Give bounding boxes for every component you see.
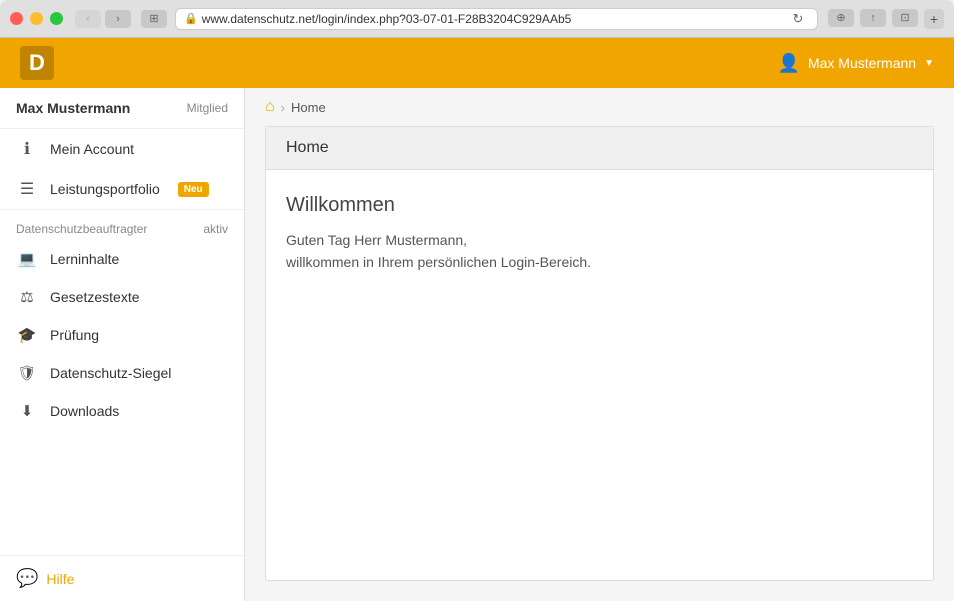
app-logo: D xyxy=(20,46,54,80)
user-caret-icon: ▼ xyxy=(924,58,934,69)
sidebar-item-mein-account[interactable]: ℹ Mein Account xyxy=(0,129,244,169)
extensions-button[interactable]: ⊕ xyxy=(828,9,854,27)
back-button[interactable]: ‹ xyxy=(75,10,101,28)
url-text: www.datenschutz.net/login/index.php?03-0… xyxy=(202,12,572,26)
forward-button[interactable]: › xyxy=(105,10,131,28)
new-badge: Neu xyxy=(178,182,209,197)
sidebar-section-header: Datenschutzbeauftragter aktiv xyxy=(0,209,244,240)
user-name: Max Mustermann xyxy=(808,55,916,71)
sidebar-item-downloads[interactable]: ⬇ Downloads xyxy=(0,392,244,430)
welcome-line2: willkommen in Ihrem persönlichen Login-B… xyxy=(286,254,591,270)
window-button[interactable]: ⊡ xyxy=(892,9,918,27)
list-icon: ☰ xyxy=(16,179,38,199)
minimize-button[interactable] xyxy=(30,12,43,25)
content-area: ⌂ › Home Home Willkommen Guten Tag Herr … xyxy=(245,88,954,601)
ssl-lock-icon: 🔒 xyxy=(184,12,198,25)
panel-body: Willkommen Guten Tag Herr Mustermann, wi… xyxy=(266,170,933,298)
sidebar-item-lerninhalte[interactable]: 💻 Lerninhalte xyxy=(0,240,244,278)
section-title: Datenschutzbeauftragter xyxy=(16,222,147,236)
window-chrome: ‹ › ⊞ 🔒 www.datenschutz.net/login/index.… xyxy=(0,0,954,38)
section-status: aktiv xyxy=(203,222,228,236)
breadcrumb-current: Home xyxy=(291,100,326,115)
tab-overview-button[interactable]: ⊞ xyxy=(141,10,167,28)
sidebar-label-datenschutz-siegel: Datenschutz-Siegel xyxy=(50,365,171,381)
sidebar-item-gesetzestexte[interactable]: ⚖ Gesetzestexte xyxy=(0,278,244,316)
help-icon: 💬 xyxy=(16,568,38,589)
user-menu[interactable]: 👤 Max Mustermann ▼ xyxy=(778,53,934,74)
address-bar[interactable]: 🔒 www.datenschutz.net/login/index.php?03… xyxy=(175,8,818,30)
sidebar-help-label: Hilfe xyxy=(46,571,74,587)
reload-button[interactable]: ↻ xyxy=(787,10,809,28)
sidebar-label-gesetzestexte: Gesetzestexte xyxy=(50,289,140,305)
sidebar-item-pruefung[interactable]: 🎓 Prüfung xyxy=(0,316,244,354)
sidebar-role: Mitglied xyxy=(187,101,228,115)
welcome-line1: Guten Tag Herr Mustermann, xyxy=(286,232,467,248)
nav-buttons: ‹ › xyxy=(75,10,131,28)
sidebar-bottom: 💬 Hilfe xyxy=(0,555,244,601)
panel-title: Home xyxy=(286,139,329,156)
home-icon[interactable]: ⌂ xyxy=(265,98,275,116)
sidebar-user-section: Max Mustermann Mitglied xyxy=(0,88,244,129)
breadcrumb: ⌂ › Home xyxy=(245,88,954,126)
shield-icon: 🛡 xyxy=(16,364,38,382)
scale-icon: ⚖ xyxy=(16,288,38,306)
content-panel: Home Willkommen Guten Tag Herr Musterman… xyxy=(265,126,934,581)
sidebar-label-mein-account: Mein Account xyxy=(50,141,134,157)
user-icon: 👤 xyxy=(778,53,800,74)
welcome-title: Willkommen xyxy=(286,194,913,217)
sidebar-label-downloads: Downloads xyxy=(50,403,119,419)
sidebar-top: Max Mustermann Mitglied ℹ Mein Account ☰… xyxy=(0,88,244,430)
top-navbar: D 👤 Max Mustermann ▼ xyxy=(0,38,954,88)
app-container: D 👤 Max Mustermann ▼ Max Mustermann Mitg… xyxy=(0,38,954,601)
sidebar-label-lerninhalte: Lerninhalte xyxy=(50,251,119,267)
welcome-text: Guten Tag Herr Mustermann, willkommen in… xyxy=(286,229,913,274)
panel-header: Home xyxy=(266,127,933,170)
close-button[interactable] xyxy=(10,12,23,25)
breadcrumb-separator: › xyxy=(281,100,285,115)
sidebar-label-leistungsportfolio: Leistungsportfolio xyxy=(50,181,160,197)
sidebar: Max Mustermann Mitglied ℹ Mein Account ☰… xyxy=(0,88,245,601)
new-tab-button[interactable]: + xyxy=(924,9,944,29)
laptop-icon: 💻 xyxy=(16,250,38,268)
toolbar-right: ⊕ ↑ ⊡ + xyxy=(828,9,944,29)
maximize-button[interactable] xyxy=(50,12,63,25)
traffic-lights xyxy=(10,12,63,25)
info-icon: ℹ xyxy=(16,139,38,159)
sidebar-item-datenschutz-siegel[interactable]: 🛡 Datenschutz-Siegel xyxy=(0,354,244,392)
download-icon: ⬇ xyxy=(16,402,38,420)
sidebar-help-item[interactable]: 💬 Hilfe xyxy=(16,568,228,589)
sidebar-label-pruefung: Prüfung xyxy=(50,327,99,343)
share-button[interactable]: ↑ xyxy=(860,9,886,27)
main-area: Max Mustermann Mitglied ℹ Mein Account ☰… xyxy=(0,88,954,601)
sidebar-item-leistungsportfolio[interactable]: ☰ Leistungsportfolio Neu xyxy=(0,169,244,209)
graduation-icon: 🎓 xyxy=(16,326,38,344)
sidebar-username: Max Mustermann xyxy=(16,100,130,116)
